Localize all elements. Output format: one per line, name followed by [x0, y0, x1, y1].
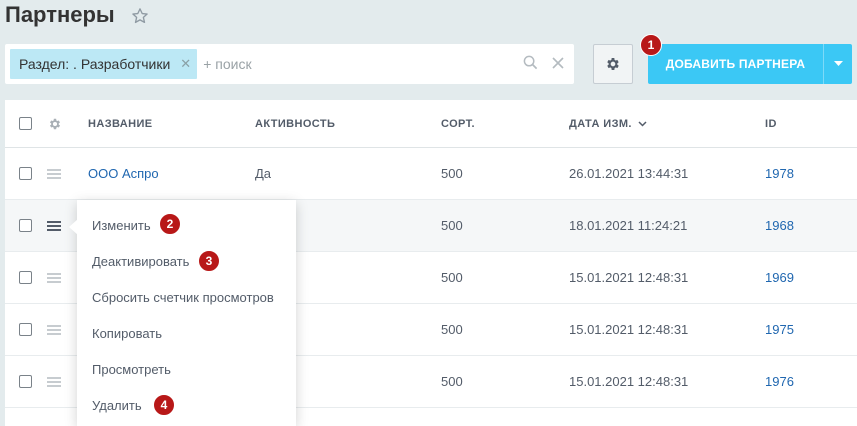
add-dropdown-toggle[interactable]	[823, 44, 852, 84]
search-icon[interactable]	[523, 55, 538, 70]
table-row[interactable]: ООО Аспро Да 500 26.01.2021 13:44:31 197…	[5, 148, 857, 200]
date-value: 15.01.2021 12:48:31	[569, 374, 689, 389]
row-checkbox[interactable]	[19, 323, 32, 336]
row-menu-icon[interactable]	[47, 168, 61, 179]
row-menu-icon[interactable]	[47, 376, 61, 387]
menu-item-view[interactable]: Просмотреть	[92, 359, 171, 379]
date-value: 15.01.2021 12:48:31	[569, 270, 689, 285]
row-context-menu: Изменить Деактивировать Сбросить счетчик…	[77, 200, 296, 426]
date-value: 26.01.2021 13:44:31	[569, 166, 689, 181]
page-title: Партнеры	[5, 2, 149, 28]
chevron-down-icon	[833, 61, 843, 66]
menu-item-delete[interactable]: Удалить	[92, 395, 142, 415]
table-header: НАЗВАНИЕ АКТИВНОСТЬ СОРТ. ДАТА ИЗМ. ID	[5, 100, 857, 148]
star-icon[interactable]	[131, 7, 149, 25]
date-value: 15.01.2021 12:48:31	[569, 322, 689, 337]
sort-chevron-down-icon	[638, 120, 647, 127]
search-input[interactable]: + поиск	[203, 56, 251, 72]
settings-button[interactable]	[593, 44, 633, 84]
filter-chip[interactable]: Раздел: . Разработчики ✕	[10, 49, 198, 79]
filter-chip-label: Раздел: . Разработчики	[19, 56, 171, 72]
id-link[interactable]: 1969	[765, 252, 794, 303]
gear-icon	[607, 58, 619, 70]
row-menu-icon[interactable]	[47, 324, 61, 335]
row-checkbox[interactable]	[19, 271, 32, 284]
column-header-date[interactable]: ДАТА ИЗМ.	[569, 100, 647, 147]
column-settings-icon[interactable]	[48, 117, 62, 131]
row-checkbox[interactable]	[19, 219, 32, 232]
column-header-date-label: ДАТА ИЗМ.	[569, 117, 632, 130]
clear-icon[interactable]	[552, 56, 564, 69]
step-badge-3: 3	[198, 250, 220, 272]
column-header-name[interactable]: НАЗВАНИЕ	[88, 100, 153, 147]
menu-item-copy[interactable]: Копировать	[92, 323, 162, 343]
select-all-checkbox[interactable]	[19, 117, 32, 130]
add-partner-label: ДОБАВИТЬ ПАРТНЕРА	[665, 57, 806, 71]
row-menu-icon[interactable]	[47, 272, 61, 283]
active-value: Да	[255, 166, 272, 181]
row-menu-icon[interactable]	[47, 220, 61, 231]
sort-value: 500	[441, 270, 463, 285]
column-header-sort[interactable]: СОРТ.	[441, 100, 475, 147]
filter-search-bar[interactable]: Раздел: . Разработчики ✕ + поиск	[5, 44, 574, 84]
step-badge-1: 1	[640, 34, 662, 56]
step-badge-4: 4	[153, 394, 175, 416]
partner-name-link[interactable]: ООО Аспро	[88, 148, 159, 199]
sort-value: 500	[441, 218, 463, 233]
add-partner-button[interactable]: ДОБАВИТЬ ПАРТНЕРА	[648, 44, 852, 84]
row-checkbox[interactable]	[19, 375, 32, 388]
id-link[interactable]: 1975	[765, 304, 794, 355]
menu-item-edit[interactable]: Изменить	[92, 215, 151, 235]
id-link[interactable]: 1968	[765, 200, 794, 251]
sort-value: 500	[441, 322, 463, 337]
menu-item-deactivate[interactable]: Деактивировать	[92, 251, 189, 271]
id-link[interactable]: 1976	[765, 356, 794, 407]
step-badge-2: 2	[159, 213, 181, 235]
sort-value: 500	[441, 374, 463, 389]
date-value: 18.01.2021 11:24:21	[569, 218, 688, 233]
column-header-active[interactable]: АКТИВНОСТЬ	[255, 100, 335, 147]
menu-pointer	[69, 219, 78, 235]
row-checkbox[interactable]	[19, 167, 32, 180]
menu-item-reset-counter[interactable]: Сбросить счетчик просмотров	[92, 287, 274, 307]
chip-close-icon[interactable]: ✕	[180, 56, 191, 72]
column-header-id[interactable]: ID	[765, 100, 777, 147]
page-title-text: Партнеры	[5, 2, 115, 27]
sort-value: 500	[441, 166, 463, 181]
id-link[interactable]: 1978	[765, 148, 794, 199]
